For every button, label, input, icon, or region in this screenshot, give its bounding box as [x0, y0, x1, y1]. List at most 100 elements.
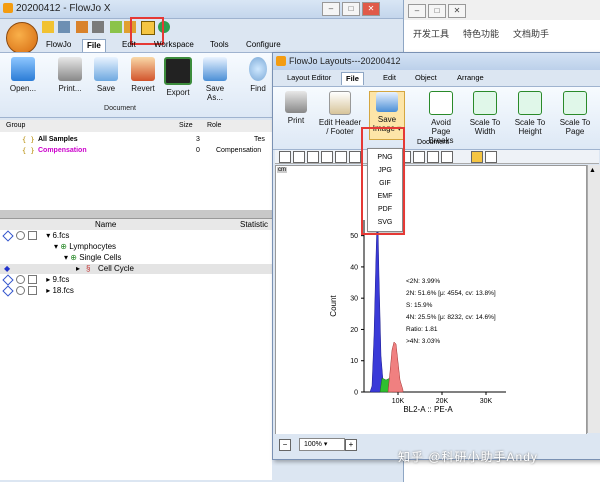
- save-as-button[interactable]: Save As...: [200, 57, 230, 102]
- tree-label: Single Cells: [79, 253, 122, 262]
- zoom-in-icon[interactable]: +: [345, 439, 357, 451]
- restore-icon[interactable]: □: [342, 2, 360, 16]
- tool-icon[interactable]: [92, 21, 104, 33]
- tree-node-single-cells[interactable]: ▾ ⊕ Single Cells: [64, 253, 121, 263]
- expand-triangle-icon[interactable]: ▾: [54, 242, 58, 251]
- ellipse-tool-icon[interactable]: [349, 151, 361, 163]
- print-button[interactable]: Print: [283, 91, 309, 125]
- text-tool-icon[interactable]: [335, 151, 347, 163]
- tab-file[interactable]: File: [341, 72, 364, 85]
- expand-triangle-icon[interactable]: ▾: [64, 253, 68, 262]
- tab-object[interactable]: Object: [411, 72, 441, 84]
- print-button[interactable]: Print...: [56, 57, 84, 93]
- y-tick-label: 30: [350, 296, 358, 303]
- circle-tool-icon[interactable]: [427, 151, 439, 163]
- scale-to-width-button[interactable]: Scale To Width: [469, 91, 501, 136]
- tab-workspace[interactable]: Workspace: [150, 39, 198, 51]
- restore-icon[interactable]: □: [428, 4, 446, 18]
- checkbox-icon[interactable]: [28, 286, 37, 296]
- tree-node-lymphocytes[interactable]: ▾ ⊕ Lymphocytes: [54, 242, 116, 252]
- minimize-icon[interactable]: –: [322, 2, 340, 16]
- tree-node-18fcs[interactable]: ▸ 18.fcs: [2, 285, 74, 297]
- collapse-triangle-icon[interactable]: ▸: [46, 275, 50, 284]
- scroll-up-icon[interactable]: ▲: [589, 167, 596, 174]
- minimize-icon[interactable]: –: [408, 4, 426, 18]
- collapse-triangle-icon[interactable]: ▸: [46, 286, 50, 295]
- tab-tools[interactable]: Tools: [206, 39, 233, 51]
- tree-node-6fcs[interactable]: ▾ 6.fcs: [2, 230, 69, 242]
- save-button[interactable]: Save: [94, 57, 118, 93]
- stat-s: S: 15.9%: [406, 302, 433, 309]
- tab-configure[interactable]: Configure: [242, 39, 285, 51]
- population-tree: ▾ 6.fcs ▾ ⊕ Lymphocytes ▾ ⊕ Single Cells…: [0, 230, 272, 480]
- layout-canvas[interactable]: cm 0 10 20 30 40 50 10K 20K 30K Count BL2-A :: …: [275, 165, 587, 435]
- tab-layout-editor[interactable]: Layout Editor: [283, 72, 335, 84]
- expand-triangle-icon[interactable]: ▸: [76, 264, 80, 274]
- col-group[interactable]: Group: [6, 122, 25, 129]
- edit-header-footer-button[interactable]: Edit Header / Footer: [317, 91, 363, 136]
- ribbon-group-document: Document: [104, 105, 136, 112]
- save-label: Save: [96, 84, 116, 93]
- col-statistic[interactable]: Statistic: [240, 220, 268, 229]
- find-button[interactable]: Find: [248, 57, 268, 93]
- tab-flowjo[interactable]: FlowJo: [42, 39, 75, 51]
- expand-triangle-icon[interactable]: ▾: [46, 231, 50, 240]
- menu-features[interactable]: 特色功能: [463, 27, 499, 40]
- group-bracket-icon: { }: [22, 136, 35, 144]
- zoom-out-icon[interactable]: −: [279, 439, 291, 451]
- gate-icon[interactable]: [76, 21, 88, 33]
- printer-icon: [58, 57, 82, 81]
- menu-dev-tools[interactable]: 开发工具: [413, 27, 449, 40]
- close-icon[interactable]: ✕: [448, 4, 466, 18]
- folder-tool-icon[interactable]: [471, 151, 483, 163]
- zoom-select[interactable]: 100% ▾: [299, 438, 345, 451]
- canvas-vertical-scrollbar[interactable]: ▲: [587, 165, 600, 433]
- tab-edit[interactable]: Edit: [118, 39, 140, 51]
- flowjo-logo-icon: [3, 3, 13, 13]
- rectangle-tool-icon[interactable]: [293, 151, 305, 163]
- watermark: 知乎 @科研小助手Andy: [398, 450, 538, 464]
- revert-button[interactable]: Revert: [128, 57, 158, 93]
- triangle-tool-icon[interactable]: [413, 151, 425, 163]
- pointer-tool-icon[interactable]: [279, 151, 291, 163]
- avoid-page-breaks-button[interactable]: Avoid Page Breaks: [421, 91, 461, 145]
- scale-width-label: Scale To Width: [469, 118, 501, 136]
- stat-4n: 4N: 25.5% [μ: 8232, cv: 14.6%]: [406, 314, 496, 321]
- scale-to-height-button[interactable]: Scale To Height: [513, 91, 547, 136]
- flowjo-orb-button[interactable]: [6, 22, 38, 54]
- diamond-icon: [2, 285, 14, 297]
- tab-arrange[interactable]: Arrange: [453, 72, 488, 84]
- checkbox-icon[interactable]: [28, 231, 37, 241]
- status-circle-icon: [16, 231, 25, 241]
- grid-tool-icon[interactable]: [321, 151, 333, 163]
- col-role[interactable]: Role: [207, 122, 221, 129]
- main-titlebar: 20200412 - FlowJo X – □ ✕: [0, 0, 403, 19]
- col-name[interactable]: Name: [95, 220, 116, 229]
- tree-label: 18.fcs: [52, 286, 74, 295]
- group-role: Tes: [254, 136, 265, 143]
- close-icon[interactable]: ✕: [362, 2, 380, 16]
- checkbox-icon[interactable]: [28, 275, 37, 285]
- image-tool-icon[interactable]: [485, 151, 497, 163]
- y-tick-label: 10: [350, 358, 358, 365]
- col-size[interactable]: Size: [179, 122, 193, 129]
- tree-node-9fcs[interactable]: ▸ 9.fcs: [2, 274, 69, 286]
- export-button[interactable]: Export: [164, 57, 192, 97]
- open-button[interactable]: Open...: [8, 57, 38, 93]
- open-folder-icon[interactable]: [42, 21, 54, 33]
- line-tool-icon[interactable]: [307, 151, 319, 163]
- scale-to-page-button[interactable]: Scale To Page: [559, 91, 591, 136]
- link-tool-icon[interactable]: [441, 151, 453, 163]
- tab-edit[interactable]: Edit: [379, 72, 400, 84]
- splitter[interactable]: [0, 210, 272, 218]
- gate-ellipse-icon: ⊕: [70, 253, 77, 262]
- group-name: All Samples: [38, 136, 78, 143]
- tab-file[interactable]: File: [82, 39, 106, 52]
- table-icon[interactable]: [110, 21, 122, 33]
- back-arrow-icon[interactable]: [58, 21, 70, 33]
- x-axis-label: BL2-A :: PE-A: [403, 405, 453, 414]
- menu-doc-assistant[interactable]: 文档助手: [513, 27, 549, 40]
- tree-node-cell-cycle[interactable]: ◆ ▸ § Cell Cycle: [0, 264, 272, 274]
- group-size: 3: [196, 136, 200, 143]
- stat-sub2n: <2N: 3.99%: [406, 278, 441, 285]
